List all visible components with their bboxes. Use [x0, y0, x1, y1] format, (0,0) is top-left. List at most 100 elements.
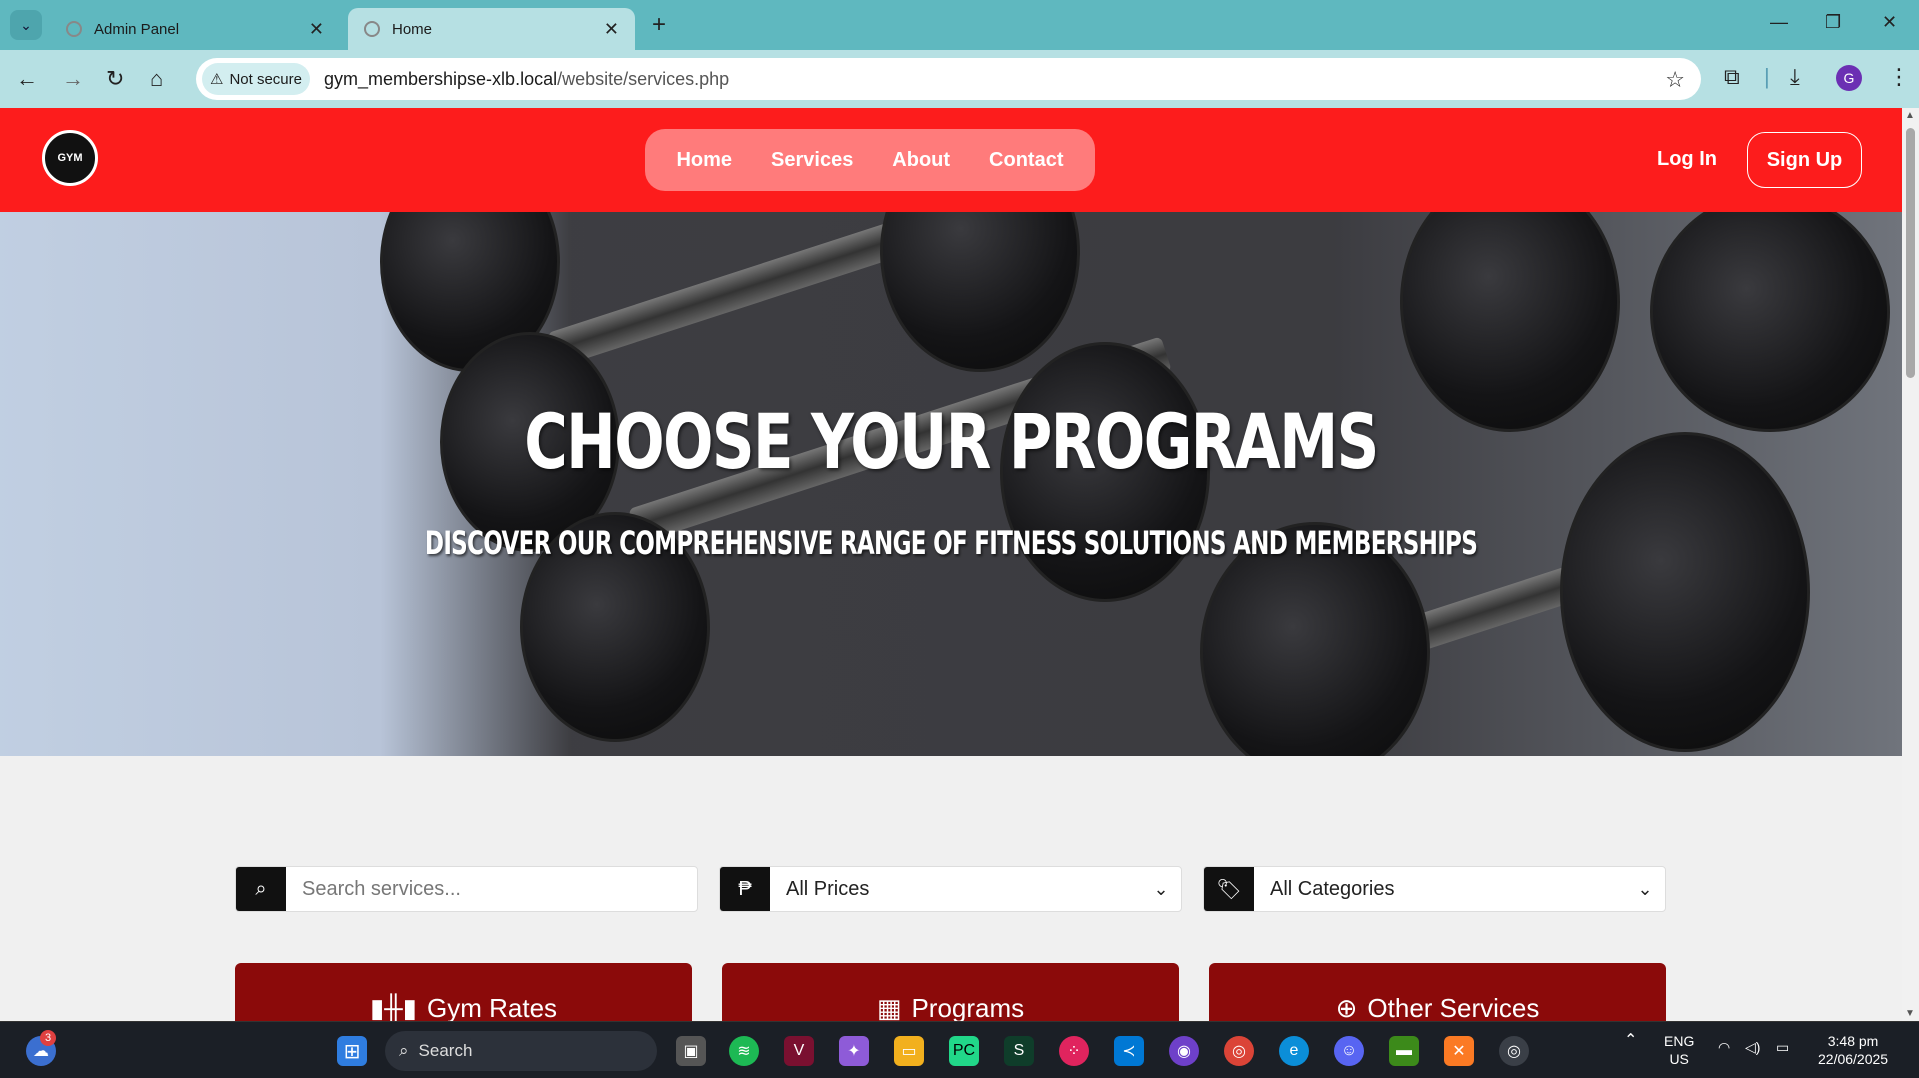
new-tab-icon[interactable]: +	[652, 11, 666, 39]
peso-icon: ₱	[720, 867, 770, 911]
tab-search-dropdown-icon[interactable]: ⌄	[10, 10, 42, 40]
nav-link-contact[interactable]: Contact	[989, 149, 1063, 172]
card-gym-rates[interactable]: ▮╫▮ Gym Rates	[235, 963, 692, 1021]
toolbar-divider: |	[1764, 64, 1770, 89]
category-filter-select[interactable]: 🏷 All Categories ⌄	[1203, 866, 1666, 912]
close-tab-icon[interactable]: ✕	[309, 19, 324, 40]
tab-label: Home	[392, 20, 433, 38]
hero-banner: CHOOSE YOUR PROGRAMS DISCOVER OUR COMPRE…	[0, 212, 1902, 756]
app-s-icon[interactable]: S	[1004, 1036, 1034, 1066]
tab-admin-panel[interactable]: Admin Panel ✕	[50, 8, 340, 50]
price-filter-select[interactable]: ₱ All Prices ⌄	[719, 866, 1182, 912]
pycharm-icon[interactable]: PC	[949, 1036, 979, 1066]
tab-favicon-icon	[364, 21, 380, 37]
spotify-icon[interactable]: ≋	[729, 1036, 759, 1066]
back-icon[interactable]: ←	[16, 66, 38, 92]
reload-icon[interactable]: ↻	[106, 66, 124, 92]
chevron-down-icon: ⌄	[1153, 878, 1169, 899]
language-indicator[interactable]: ENG US	[1664, 1032, 1694, 1068]
copilot-icon[interactable]: ✦	[839, 1036, 869, 1066]
app-green-icon[interactable]: ▬	[1389, 1036, 1419, 1066]
home-icon[interactable]: ⌂	[150, 66, 163, 92]
task-view-icon[interactable]: ▣	[676, 1036, 706, 1066]
hero-title: CHOOSE YOUR PROGRAMS	[524, 397, 1379, 486]
site-navbar: GYM Home Services About Contact Log In S…	[0, 108, 1902, 212]
wifi-icon[interactable]: ◠	[1718, 1038, 1730, 1056]
omnibox[interactable]: ⚠ Not secure gym_membershipse-xlb.local/…	[196, 58, 1701, 100]
security-label: Not secure	[229, 70, 302, 88]
nav-link-home[interactable]: Home	[676, 149, 732, 172]
windows-start-icon[interactable]: ⊞	[337, 1036, 367, 1066]
app-dots-icon[interactable]: ⁘	[1059, 1036, 1089, 1066]
clock-time: 3:48 pm	[1827, 1033, 1879, 1049]
bookmark-star-icon[interactable]: ☆	[1665, 67, 1685, 93]
github-icon[interactable]: ◉	[1169, 1036, 1199, 1066]
card-other-services[interactable]: ⊕ Other Services	[1209, 963, 1666, 1021]
menu-kebab-icon[interactable]: ⋮	[1888, 64, 1910, 90]
card-label: Programs	[911, 993, 1025, 1021]
card-programs[interactable]: ▦ Programs	[722, 963, 1179, 1021]
tab-home[interactable]: Home ✕	[348, 8, 635, 50]
scroll-down-icon[interactable]: ▼	[1905, 1008, 1915, 1019]
search-icon: ⌕	[236, 867, 286, 911]
search-input[interactable]: Search services...	[286, 867, 697, 911]
url-text[interactable]: gym_membershipse-xlb.local/website/servi…	[324, 69, 729, 90]
extensions-icon[interactable]: ⧉	[1724, 64, 1740, 90]
warning-icon: ⚠	[210, 71, 224, 88]
os-taskbar: ☁ 3 ⊞ ⌕ Search ▣ ≋ V ✦ ▭ PC S ⁘ ≺ ◉ ◎ e …	[0, 1021, 1919, 1078]
calendar-icon: ▦	[876, 993, 902, 1021]
page-viewport: GYM Home Services About Contact Log In S…	[0, 108, 1902, 1021]
tags-icon: 🏷	[1204, 867, 1254, 911]
page-scrollbar[interactable]: ▲ ▼	[1902, 108, 1919, 1021]
clock-date: 22/06/2025	[1818, 1051, 1889, 1067]
scroll-up-icon[interactable]: ▲	[1905, 110, 1915, 121]
chevron-up-icon[interactable]: ⌃	[1624, 1032, 1637, 1050]
url-host: gym_membershipse-xlb.local	[324, 69, 558, 89]
scrollbar-thumb[interactable]	[1906, 128, 1915, 378]
card-label: Other Services	[1367, 993, 1540, 1021]
lang-line-1: ENG	[1664, 1033, 1695, 1049]
url-path: /website/services.php	[557, 69, 730, 89]
chevron-down-icon: ⌄	[1637, 878, 1653, 899]
notification-badge: 3	[40, 1030, 56, 1046]
volume-icon[interactable]: ◁)	[1745, 1038, 1760, 1056]
search-icon: ⌕	[399, 1041, 409, 1060]
close-tab-icon[interactable]: ✕	[604, 19, 619, 40]
minimize-icon[interactable]: —	[1770, 12, 1788, 33]
tab-favicon-icon	[66, 21, 82, 37]
login-link[interactable]: Log In	[1657, 148, 1717, 171]
search-filter[interactable]: ⌕ Search services...	[235, 866, 698, 912]
close-window-icon[interactable]: ✕	[1882, 12, 1897, 33]
forward-icon[interactable]: →	[62, 66, 84, 92]
browser-tab-bar: ⌄ Admin Panel ✕ Home ✕ + — ❐ ✕	[0, 0, 1919, 50]
app-v-icon[interactable]: V	[784, 1036, 814, 1066]
chrome-icon[interactable]: ◎	[1224, 1036, 1254, 1066]
chrome-profile-icon[interactable]: ◎	[1499, 1036, 1529, 1066]
taskbar-search[interactable]: ⌕ Search	[385, 1031, 657, 1071]
dumbbell-icon: ▮╫▮	[369, 993, 417, 1021]
hero-subtitle: DISCOVER OUR COMPREHENSIVE RANGE OF FITN…	[424, 524, 1478, 562]
edge-icon[interactable]: e	[1279, 1036, 1309, 1066]
restore-icon[interactable]: ❐	[1825, 12, 1841, 33]
tab-label: Admin Panel	[94, 20, 180, 38]
download-icon[interactable]: ⤓	[1790, 64, 1800, 90]
file-explorer-icon[interactable]: ▭	[894, 1036, 924, 1066]
nav-link-about[interactable]: About	[892, 149, 950, 172]
signup-button[interactable]: Sign Up	[1747, 132, 1862, 188]
hero-weight-shape	[880, 212, 1080, 372]
xampp-icon[interactable]: ✕	[1444, 1036, 1474, 1066]
profile-avatar[interactable]: G	[1836, 65, 1862, 91]
address-toolbar: ← → ↻ ⌂ ⚠ Not secure gym_membershipse-xl…	[0, 50, 1919, 108]
category-filter-value: All Categories	[1270, 877, 1395, 900]
taskbar-search-label: Search	[418, 1041, 473, 1060]
gym-logo[interactable]: GYM	[42, 130, 98, 186]
battery-icon[interactable]: ▭	[1776, 1038, 1789, 1056]
clock[interactable]: 3:48 pm 22/06/2025	[1818, 1032, 1888, 1068]
plus-circle-icon: ⊕	[1335, 993, 1358, 1021]
vscode-icon[interactable]: ≺	[1114, 1036, 1144, 1066]
security-chip[interactable]: ⚠ Not secure	[202, 63, 310, 95]
nav-link-services[interactable]: Services	[771, 149, 853, 172]
price-filter-value: All Prices	[786, 877, 870, 900]
discord-icon[interactable]: ☺	[1334, 1036, 1364, 1066]
nav-links: Home Services About Contact	[645, 129, 1095, 191]
